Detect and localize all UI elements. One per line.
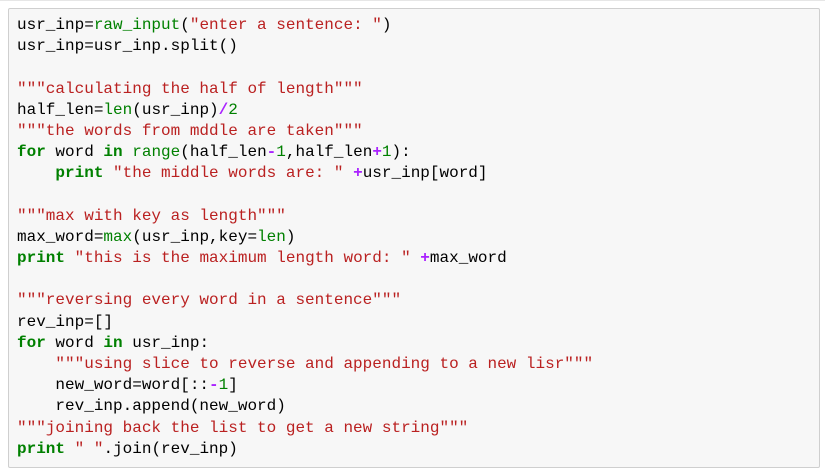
text-token: usr_inp: — [122, 333, 210, 352]
number-token: 2 — [228, 100, 238, 119]
text-token: (usr_inp,key= — [132, 227, 258, 246]
code-line: rev_inp=[] — [17, 312, 811, 333]
code-line: usr_inp=usr_inp.split() — [17, 36, 811, 57]
string-token: """calculating the half of length""" — [17, 79, 363, 98]
text-token: word — [45, 333, 104, 352]
code-line: ​ — [17, 269, 811, 290]
text-token: ) — [285, 227, 296, 246]
text-token: rev_inp.append(new_word) — [17, 397, 286, 416]
text-token: half_len= — [17, 100, 104, 119]
code-line: half_len=len(usr_inp)/2 — [17, 100, 811, 121]
text-token: rev_inp=[] — [17, 312, 114, 331]
top-divider — [0, 0, 825, 1]
text-token: ) — [381, 16, 392, 34]
string-token: """reversing every word in a sentence""" — [17, 291, 402, 310]
text-token: .join(rev_inp) — [103, 439, 238, 458]
text-token: new_word=word[:: — [17, 376, 210, 395]
text-token: (half_len — [180, 143, 267, 162]
text-token: ): — [391, 143, 411, 162]
code-line: new_word=word[::-1] — [17, 375, 811, 396]
text-token: usr_inp=usr_inp.split() — [17, 37, 238, 56]
text-token: (usr_inp) — [132, 100, 219, 119]
code-line: ​ — [17, 185, 811, 206]
string-token: "enter a sentence: " — [189, 16, 382, 34]
code-line: """reversing every word in a sentence""" — [17, 290, 811, 311]
code-line: """max with key as length""" — [17, 206, 811, 227]
keyword-token: for — [17, 333, 46, 352]
keyword-token: print — [55, 164, 104, 183]
builtin-token: range — [132, 143, 181, 162]
text-token: usr_inp[word] — [362, 164, 488, 183]
string-token: """max with key as length""" — [17, 206, 286, 225]
text-token: ,half_len — [285, 143, 373, 162]
string-token: """joining back the list to get a new st… — [17, 418, 469, 437]
code-line: rev_inp.append(new_word) — [17, 396, 811, 417]
code-line: print "the middle words are: " +usr_inp[… — [17, 163, 811, 184]
text-token: max_word= — [17, 227, 104, 246]
code-editor[interactable]: usr_inp=raw_input("enter a sentence: ") u… — [17, 15, 811, 460]
keyword-token: print — [17, 249, 66, 268]
operator-token: - — [209, 376, 219, 395]
text-token: max_word — [429, 249, 507, 268]
builtin-token: raw_input — [93, 16, 181, 34]
keyword-token: in — [103, 143, 123, 162]
string-token: " " — [74, 439, 104, 458]
code-line: ​ — [17, 57, 811, 78]
operator-token: + — [372, 143, 382, 162]
code-line: for word in range(half_len-1,half_len+1)… — [17, 142, 811, 163]
string-token: """using slice to reverse and appending … — [55, 355, 594, 373]
code-line: max_word=max(usr_inp,key=len) — [17, 227, 811, 248]
builtin-token: len — [103, 100, 133, 119]
code-line: """calculating the half of length""" — [17, 79, 811, 100]
code-line: print " ".join(rev_inp) — [17, 439, 811, 460]
code-line: """joining back the list to get a new st… — [17, 418, 811, 439]
keyword-token: print — [17, 439, 66, 458]
number-token: 1 — [218, 376, 229, 395]
text-token: ( — [180, 16, 190, 34]
operator-token: / — [218, 100, 229, 119]
code-line: """using slice to reverse and appending … — [17, 354, 811, 375]
number-token: 1 — [381, 143, 392, 162]
number-token: 1 — [276, 143, 286, 162]
code-line: """the words from mddle are taken""" — [17, 121, 811, 142]
string-token: "the middle words are: " — [113, 164, 344, 183]
builtin-token: max — [103, 227, 133, 246]
builtin-token: len — [257, 227, 286, 246]
text-token: word — [45, 143, 104, 162]
keyword-token: in — [103, 333, 123, 352]
code-cell[interactable]: usr_inp=raw_input("enter a sentence: ") u… — [8, 8, 820, 468]
code-line: print "this is the maximum length word: … — [17, 248, 811, 269]
text-token: ] — [228, 376, 238, 395]
keyword-token: for — [17, 143, 46, 162]
operator-token: + — [420, 249, 430, 268]
operator-token: + — [353, 164, 363, 183]
code-line: for word in usr_inp: — [17, 333, 811, 354]
text-token: usr_inp= — [17, 16, 94, 34]
string-token: "this is the maximum length word: " — [74, 249, 411, 268]
code-line: usr_inp=raw_input("enter a sentence: ") — [17, 15, 811, 36]
operator-token: - — [266, 143, 277, 162]
string-token: """the words from mddle are taken""" — [17, 121, 363, 140]
